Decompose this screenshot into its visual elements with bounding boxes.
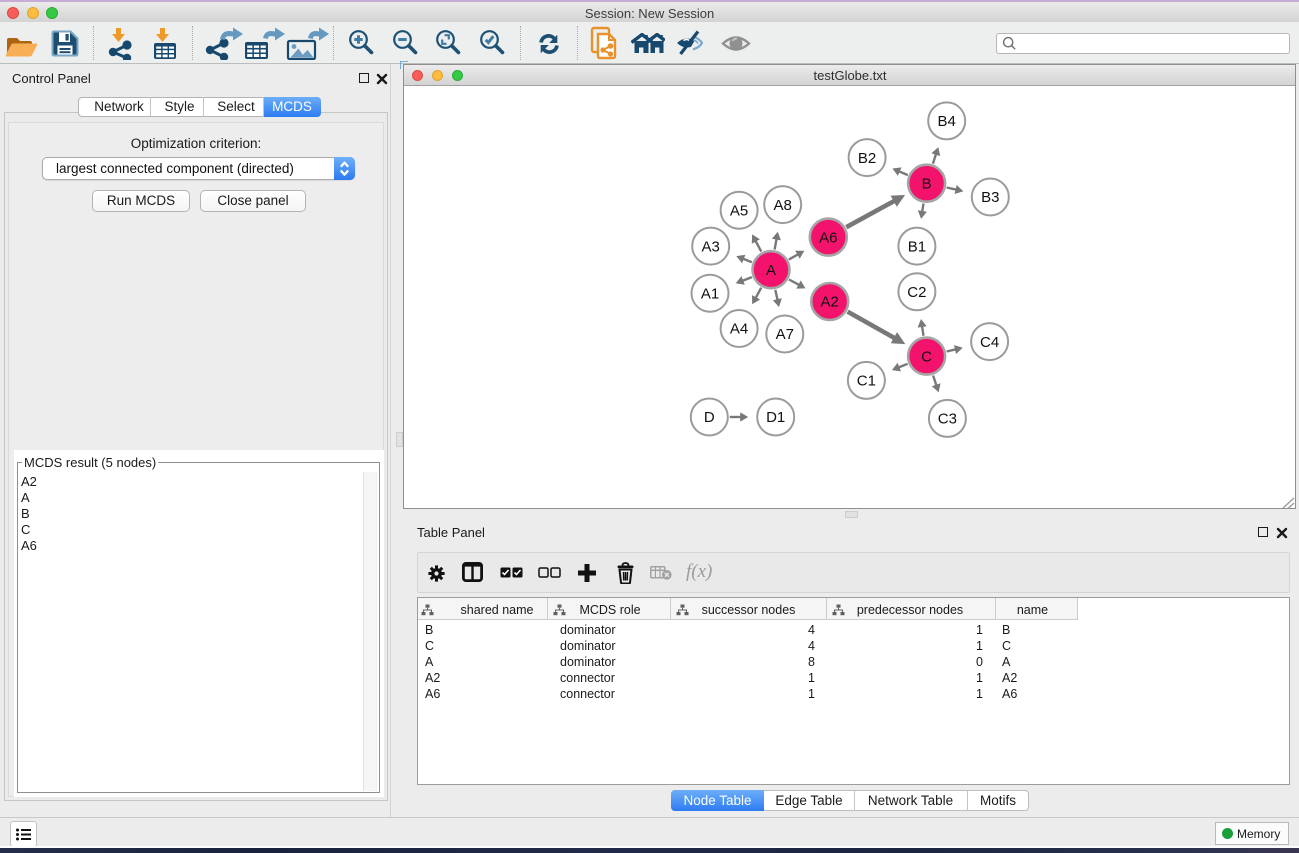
svg-text:A6: A6 — [819, 229, 837, 246]
svg-text:B3: B3 — [981, 189, 999, 206]
svg-text:A7: A7 — [776, 326, 794, 343]
svg-text:C4: C4 — [980, 334, 999, 351]
svg-text:A4: A4 — [730, 321, 748, 338]
svg-text:B1: B1 — [908, 238, 926, 255]
svg-text:A1: A1 — [701, 285, 719, 302]
svg-text:B: B — [922, 175, 932, 192]
svg-text:D: D — [704, 409, 715, 426]
svg-text:B4: B4 — [938, 113, 956, 130]
svg-text:C1: C1 — [857, 373, 876, 390]
svg-text:A: A — [766, 262, 776, 279]
svg-text:C2: C2 — [907, 284, 926, 301]
svg-text:C: C — [921, 348, 932, 365]
svg-text:B2: B2 — [858, 150, 876, 167]
svg-text:C3: C3 — [938, 411, 957, 428]
svg-text:A2: A2 — [821, 294, 839, 311]
svg-text:D1: D1 — [766, 409, 785, 426]
svg-text:A5: A5 — [730, 202, 748, 219]
svg-text:A3: A3 — [702, 238, 720, 255]
svg-text:A8: A8 — [774, 197, 792, 214]
